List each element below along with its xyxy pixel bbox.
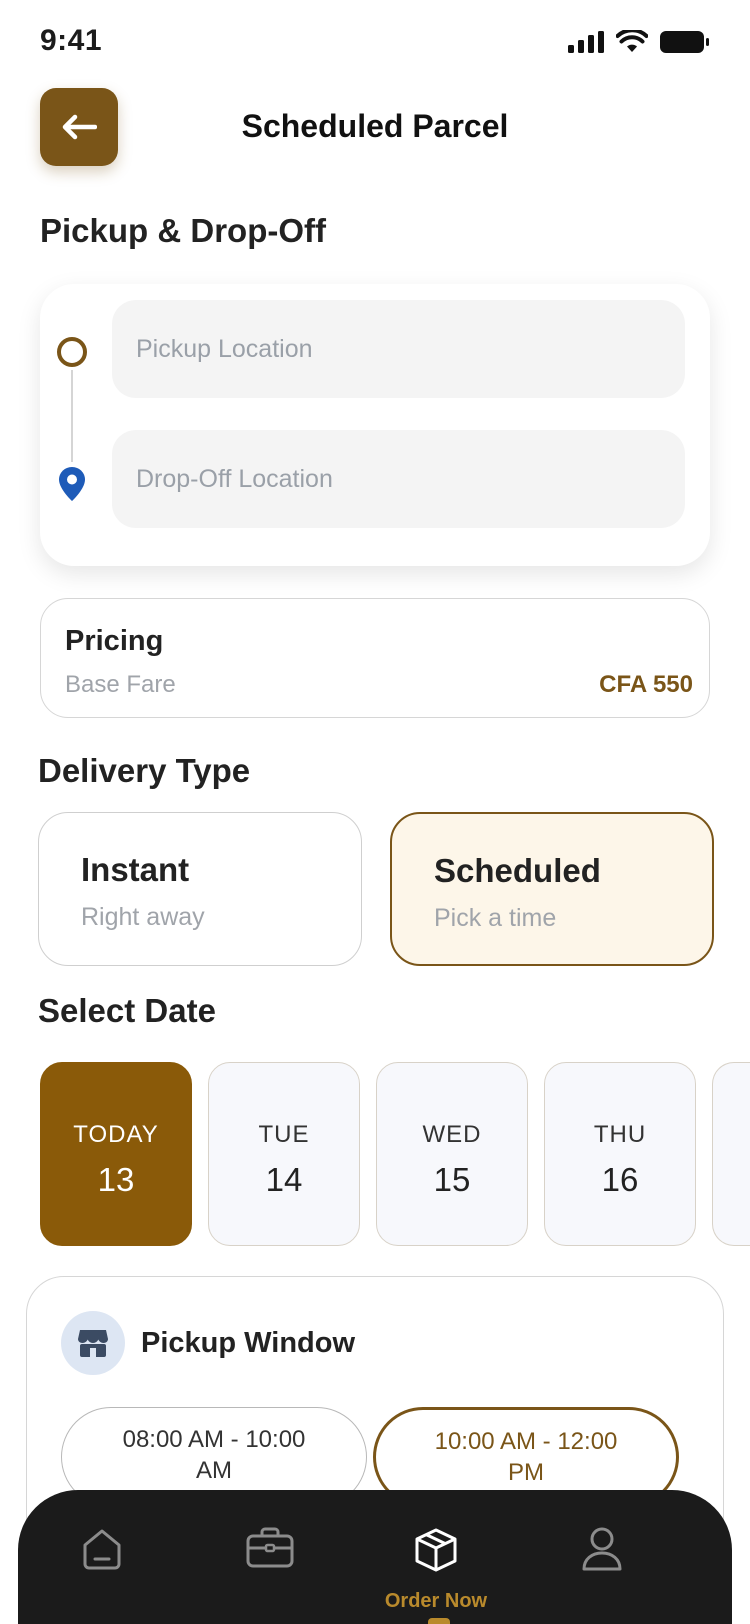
pickup-location-input[interactable]	[136, 334, 685, 364]
date-card-wed[interactable]: WED 15	[376, 1062, 528, 1246]
header: Scheduled Parcel	[0, 88, 750, 168]
package-icon	[415, 1528, 457, 1572]
pickup-location-field[interactable]	[112, 300, 685, 398]
battery-icon	[660, 31, 709, 53]
date-card-thu[interactable]: THU 16	[544, 1062, 696, 1246]
time-slot-line2: AM	[196, 1457, 232, 1484]
date-day: WED	[422, 1121, 482, 1148]
nav-jobs[interactable]	[190, 1490, 350, 1624]
date-card-today[interactable]: TODAY 13	[40, 1062, 192, 1246]
base-fare-value: CFA 550	[599, 671, 693, 698]
status-bar: 9:41	[0, 0, 750, 88]
delivery-type-instant[interactable]: Instant Right away	[38, 812, 362, 966]
section-title-pickup-dropoff: Pickup & Drop-Off	[40, 212, 326, 249]
date-day: TUE	[258, 1121, 310, 1148]
delivery-type-title: Scheduled	[434, 852, 601, 889]
delivery-type-title: Instant	[81, 851, 190, 888]
delivery-type-scheduled[interactable]: Scheduled Pick a time	[390, 812, 714, 966]
store-icon	[61, 1311, 125, 1375]
date-number: 15	[433, 1161, 471, 1198]
user-icon	[582, 1527, 622, 1571]
pickup-window-title: Pickup Window	[141, 1327, 356, 1359]
dropoff-location-field[interactable]	[112, 430, 685, 528]
page-title: Scheduled Parcel	[241, 108, 509, 144]
bottom-nav: Order Now	[18, 1490, 732, 1624]
base-fare-label: Base Fare	[65, 671, 176, 698]
delivery-type-subtitle: Right away	[81, 903, 205, 931]
date-number: 14	[265, 1161, 303, 1198]
nav-order-now[interactable]: Order Now	[356, 1490, 516, 1624]
nav-profile[interactable]	[522, 1490, 682, 1624]
date-number: 13	[97, 1161, 135, 1198]
nav-label-order-now: Order Now	[384, 1590, 488, 1612]
location-card	[40, 284, 710, 566]
pickup-marker-icon	[57, 337, 87, 367]
dropoff-location-input[interactable]	[136, 464, 685, 494]
date-day: THU	[593, 1121, 647, 1148]
nav-home[interactable]	[22, 1490, 182, 1624]
delivery-type-subtitle: Pick a time	[434, 904, 557, 932]
time-slot-line2: PM	[508, 1459, 544, 1486]
home-icon	[83, 1529, 121, 1570]
time-slot-line1: 10:00 AM - 12:00	[434, 1428, 618, 1455]
time-slot-line1: 08:00 AM - 10:00	[122, 1426, 306, 1453]
date-number: 16	[601, 1161, 639, 1198]
briefcase-icon	[246, 1527, 294, 1568]
date-card-next-partial[interactable]	[712, 1062, 750, 1246]
section-title-delivery-type: Delivery Type	[38, 752, 251, 789]
map-pin-icon	[59, 467, 85, 501]
wifi-icon	[616, 30, 648, 52]
route-line	[71, 370, 73, 462]
signal-icon	[568, 31, 604, 53]
status-icons	[568, 30, 710, 54]
nav-active-indicator	[428, 1618, 450, 1624]
pricing-card: Pricing Base Fare CFA 550	[40, 598, 710, 718]
status-time: 9:41	[40, 24, 103, 57]
date-card-tue[interactable]: TUE 14	[208, 1062, 360, 1246]
pricing-title: Pricing	[65, 625, 164, 657]
section-title-select-date: Select Date	[38, 992, 216, 1029]
date-day: TODAY	[73, 1121, 159, 1148]
